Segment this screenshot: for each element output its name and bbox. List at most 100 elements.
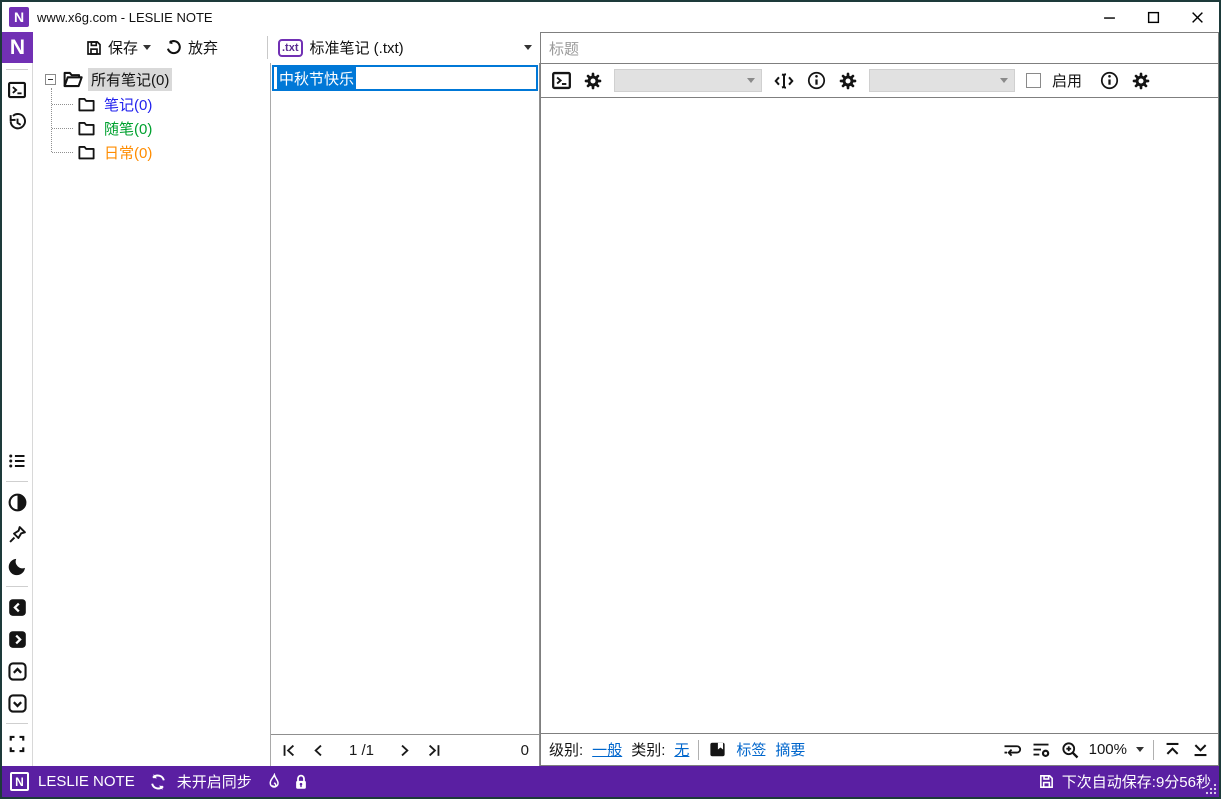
scroll-bottom-button[interactable] xyxy=(1191,740,1210,759)
tree-children: 笔记(0) 随笔(0) 日常(0) xyxy=(51,88,270,164)
editor-console-button[interactable] xyxy=(551,70,572,91)
collapse-top-panel-button[interactable] xyxy=(4,658,30,684)
moon-icon xyxy=(7,556,28,577)
enable-checkbox[interactable] xyxy=(1026,73,1041,88)
fullscreen-button[interactable] xyxy=(4,731,30,757)
icon-sidebar xyxy=(2,63,33,766)
tree-collapse-icon[interactable] xyxy=(45,73,56,85)
bullet-list-icon xyxy=(7,451,27,471)
note-title-input[interactable]: 标题 xyxy=(540,32,1219,63)
minimize-icon xyxy=(1103,11,1116,24)
settings-gear-button[interactable] xyxy=(583,71,603,91)
folder-icon xyxy=(77,119,96,138)
sync-icon[interactable] xyxy=(148,772,168,792)
maximize-icon xyxy=(1147,11,1160,24)
last-page-button[interactable] xyxy=(425,742,442,759)
contrast-icon xyxy=(7,492,28,513)
editor-footer-right: 100% xyxy=(1002,739,1210,760)
console-button[interactable] xyxy=(4,77,30,103)
sync-status[interactable]: 未开启同步 xyxy=(177,771,252,792)
chevron-down-icon xyxy=(1000,78,1008,83)
first-page-button[interactable] xyxy=(281,742,298,759)
resize-grip[interactable] xyxy=(1205,783,1217,795)
scroll-top-button[interactable] xyxy=(1163,740,1182,759)
history-icon xyxy=(7,112,28,133)
collapse-up-icon xyxy=(7,661,28,682)
maximize-button[interactable] xyxy=(1131,2,1175,32)
summary-link[interactable]: 摘要 xyxy=(775,739,805,760)
editor-footer: 级别: 一般 类别: 无 标签 摘要 100% xyxy=(541,733,1218,765)
contrast-button[interactable] xyxy=(4,489,30,515)
tree-item-essays[interactable]: 随笔(0) xyxy=(51,116,270,140)
close-button[interactable] xyxy=(1175,2,1219,32)
level-value-link[interactable]: 一般 xyxy=(592,739,622,760)
flame-icon[interactable] xyxy=(265,772,283,791)
sidebar-divider xyxy=(6,481,28,482)
app-logo-icon: N xyxy=(9,7,29,27)
status-logo-icon: N xyxy=(10,772,29,791)
word-wrap-button[interactable] xyxy=(1002,740,1022,760)
tree-item-label: 随笔(0) xyxy=(104,120,153,138)
settings-gear-button[interactable] xyxy=(838,71,858,91)
undo-icon xyxy=(164,38,183,57)
collapse-left-panel-button[interactable] xyxy=(4,594,30,620)
app-logo-large[interactable]: N xyxy=(2,32,33,63)
app-window: N www.x6g.com - LESLIE NOTE N 保存 放弃 .txt… xyxy=(0,0,1221,799)
window-title: www.x6g.com - LESLIE NOTE xyxy=(37,9,213,25)
title-bar: N www.x6g.com - LESLIE NOTE xyxy=(2,2,1219,32)
category-value-link[interactable]: 无 xyxy=(674,739,689,760)
zoom-level[interactable]: 100% xyxy=(1089,741,1127,758)
save-button[interactable]: 保存 xyxy=(85,35,138,61)
tree-item-notes[interactable]: 笔记(0) xyxy=(51,92,270,116)
tree-item-label: 笔记(0) xyxy=(104,96,153,114)
tree-item-all-notes[interactable]: 所有笔记(0) xyxy=(33,66,270,92)
minimize-button[interactable] xyxy=(1087,2,1131,32)
collapse-right-panel-button[interactable] xyxy=(4,626,30,652)
note-type-label: 标准笔记 (.txt) xyxy=(309,40,404,57)
template-dropdown[interactable] xyxy=(869,69,1015,92)
editor-content-area[interactable] xyxy=(541,98,1218,733)
note-count: 0 xyxy=(520,742,529,759)
tree-item-label: 所有笔记(0) xyxy=(88,67,173,91)
note-list-pagination: 1 /1 0 xyxy=(271,734,539,766)
zoom-in-button[interactable] xyxy=(1060,740,1080,760)
tree-item-daily[interactable]: 日常(0) xyxy=(51,140,270,164)
sidebar-divider xyxy=(6,586,28,587)
discard-label: 放弃 xyxy=(188,40,219,57)
history-button[interactable] xyxy=(4,109,30,135)
status-right: 下次自动保存:9分56秒 xyxy=(1038,771,1211,792)
sidebar-divider xyxy=(6,723,28,724)
dark-mode-button[interactable] xyxy=(4,553,30,579)
note-type-selector[interactable]: .txt 标准笔记 (.txt) xyxy=(270,32,540,63)
font-dropdown[interactable] xyxy=(614,69,762,92)
lock-icon[interactable] xyxy=(292,773,310,791)
info-button[interactable] xyxy=(1099,70,1120,91)
folder-tree: 所有笔记(0) 笔记(0) 随笔(0) 日常(0) xyxy=(33,63,270,766)
next-page-button[interactable] xyxy=(396,742,413,759)
list-settings-button[interactable] xyxy=(1031,740,1051,760)
txt-badge-icon: .txt xyxy=(278,38,303,57)
note-list-item[interactable]: 中秋节快乐 xyxy=(272,65,538,91)
window-controls xyxy=(1087,2,1219,32)
note-type-caret-icon xyxy=(524,45,532,50)
status-app-name: LESLIE NOTE xyxy=(38,773,135,790)
text-cursor-button[interactable] xyxy=(773,70,795,92)
zoom-caret-icon[interactable] xyxy=(1136,747,1144,752)
chevron-down-icon xyxy=(747,78,755,83)
info-button[interactable] xyxy=(806,70,827,91)
note-list-button[interactable] xyxy=(4,448,30,474)
collapse-bottom-panel-button[interactable] xyxy=(4,690,30,716)
autosave-icon xyxy=(1038,773,1055,790)
settings-gear-button[interactable] xyxy=(1131,71,1151,91)
console-icon xyxy=(7,80,27,100)
save-more-icon[interactable] xyxy=(143,45,151,50)
note-list-item-title[interactable]: 中秋节快乐 xyxy=(277,66,357,90)
pin-button[interactable] xyxy=(4,521,30,547)
bookmark-icon[interactable] xyxy=(708,740,727,759)
prev-page-button[interactable] xyxy=(310,742,327,759)
editor-toolbar: 启用 xyxy=(541,64,1218,98)
discard-button[interactable]: 放弃 xyxy=(164,37,218,58)
pin-icon xyxy=(7,524,28,545)
sidebar-divider xyxy=(6,69,28,70)
tags-link[interactable]: 标签 xyxy=(736,739,766,760)
